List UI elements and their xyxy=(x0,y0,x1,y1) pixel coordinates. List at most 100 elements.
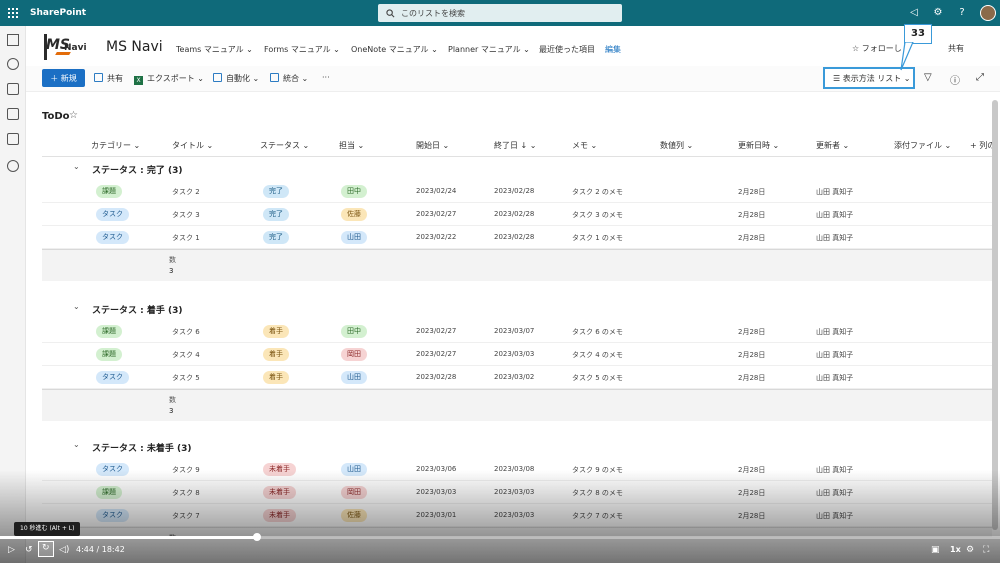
group-collapse-chevron-icon[interactable]: ⌄ xyxy=(73,440,80,449)
summary-count: 3 xyxy=(169,407,174,415)
captions-icon[interactable]: ▣ xyxy=(931,545,940,555)
cell-title[interactable]: タスク 3 xyxy=(172,210,200,220)
cell-memo: タスク 2 のメモ xyxy=(572,188,623,196)
group-collapse-chevron-icon[interactable]: ⌄ xyxy=(73,162,80,171)
cell-status: 完了 xyxy=(263,185,289,198)
nav-planner-manual[interactable]: Planner マニュアル ⌄ xyxy=(448,44,530,55)
automate-icon xyxy=(213,73,222,82)
site-name[interactable]: MS Navi xyxy=(106,39,163,55)
share-site-button[interactable]: 共有 xyxy=(948,43,964,54)
group-header[interactable]: ステータス : 未着手 (3) xyxy=(92,441,192,454)
fullscreen-icon[interactable]: ⛶ xyxy=(983,545,989,555)
col-number[interactable]: 数値列 ⌄ xyxy=(660,140,693,151)
new-button[interactable]: ＋ 新規 xyxy=(42,69,85,87)
cell-status: 完了 xyxy=(263,208,289,221)
info-icon[interactable]: ⓘ xyxy=(950,72,960,87)
rewind-10-icon[interactable]: ↺ xyxy=(25,545,33,555)
megaphone-icon[interactable]: ◁ xyxy=(907,6,921,20)
cell-owner: 田中 xyxy=(341,185,367,198)
cell-editor: 山田 真知子 xyxy=(816,211,854,219)
playback-speed[interactable]: 1x xyxy=(950,545,961,554)
add-column-button[interactable]: + 列の xyxy=(970,140,992,151)
favorite-star-icon[interactable]: ☆ xyxy=(69,110,78,121)
play-icon[interactable]: ▷ xyxy=(8,545,15,555)
col-end-date[interactable]: 終了日 ↓ ⌄ xyxy=(494,140,537,151)
callout-pointer xyxy=(900,42,914,71)
cell-title[interactable]: タスク 5 xyxy=(172,373,200,383)
cell-title[interactable]: タスク 1 xyxy=(172,233,200,243)
cell-editor: 山田 真知子 xyxy=(816,489,854,497)
group-header[interactable]: ステータス : 完了 (3) xyxy=(92,163,183,176)
col-memo[interactable]: メモ ⌄ xyxy=(572,140,597,151)
list-row[interactable]: 課題 タスク 8 未着手 岡田 2023/03/03 2023/03/03 タスク 8 のメ… xyxy=(42,481,992,504)
cell-editor: 山田 真知子 xyxy=(816,234,854,242)
export-button[interactable]: X エクスポート ⌄ xyxy=(134,73,204,85)
list-row[interactable]: タスク タスク 7 未着手 佐藤 2023/03/01 2023/03/03 タスク 7 の… xyxy=(42,504,992,527)
integrate-button[interactable]: 統合 ⌄ xyxy=(270,73,308,84)
nav-recent[interactable]: 最近使った項目 xyxy=(539,44,595,55)
cell-end: 2023/02/28 xyxy=(494,187,535,195)
cell-title[interactable]: タスク 8 xyxy=(172,488,200,498)
nav-teams-manual[interactable]: Teams マニュアル ⌄ xyxy=(176,44,253,55)
document-icon[interactable] xyxy=(7,108,19,120)
col-modified[interactable]: 更新日時 ⌄ xyxy=(738,140,779,151)
col-owner[interactable]: 担当 ⌄ xyxy=(339,140,364,151)
list-row[interactable]: タスク タスク 3 完了 佐藤 2023/02/27 2023/02/28 タスク 3 のメ… xyxy=(42,203,992,226)
lists-icon[interactable] xyxy=(7,133,19,145)
cell-end: 2023/03/03 xyxy=(494,511,535,519)
create-icon[interactable] xyxy=(7,160,19,172)
video-progress-bar[interactable] xyxy=(0,533,1000,541)
group-header[interactable]: ステータス : 着手 (3) xyxy=(92,303,183,316)
cell-title[interactable]: タスク 6 xyxy=(172,327,200,337)
brand-name[interactable]: SharePoint xyxy=(30,8,86,18)
nav-forms-manual[interactable]: Forms マニュアル ⌄ xyxy=(264,44,340,55)
forward-10-button[interactable]: ↻ xyxy=(38,541,54,557)
cell-title[interactable]: タスク 9 xyxy=(172,465,200,475)
volume-icon[interactable]: ◁) xyxy=(59,545,69,555)
cell-category: 課題 xyxy=(96,348,122,361)
cell-modified: 2月28日 xyxy=(738,188,766,196)
excel-icon: X xyxy=(134,76,143,85)
home-icon[interactable] xyxy=(7,34,19,46)
avatar[interactable] xyxy=(980,5,996,21)
more-button[interactable]: ··· xyxy=(322,73,330,82)
forward-10-icon: ↻ xyxy=(42,543,50,553)
list-row[interactable]: タスク タスク 5 着手 山田 2023/02/28 2023/03/02 タスク 5 のメ… xyxy=(42,366,992,389)
list-row[interactable]: 課題 タスク 2 完了 田中 2023/02/24 2023/02/28 タスク 2 のメモ… xyxy=(42,180,992,203)
app-launcher-icon[interactable] xyxy=(0,0,26,26)
globe-icon[interactable] xyxy=(7,58,19,70)
cell-category: 課題 xyxy=(96,325,122,338)
list-row[interactable]: 課題 タスク 4 着手 岡田 2023/02/27 2023/03/03 タスク 4 のメモ… xyxy=(42,343,992,366)
col-category[interactable]: カテゴリー ⌄ xyxy=(91,140,140,151)
col-title[interactable]: タイトル ⌄ xyxy=(172,140,213,151)
cell-title[interactable]: タスク 7 xyxy=(172,511,200,521)
nav-edit-link[interactable]: 編集 xyxy=(605,44,621,55)
share-button[interactable]: 共有 xyxy=(94,73,123,84)
cell-start: 2023/02/28 xyxy=(416,373,457,381)
expand-icon[interactable]: ⤢ xyxy=(976,72,984,83)
cell-title[interactable]: タスク 4 xyxy=(172,350,200,360)
settings-icon[interactable]: ⚙ xyxy=(966,545,974,555)
group-collapse-chevron-icon[interactable]: ⌄ xyxy=(73,302,80,311)
list-row[interactable]: タスク タスク 1 完了 山田 2023/02/22 2023/02/28 タスク 1 のメ… xyxy=(42,226,992,249)
nav-onenote-manual[interactable]: OneNote マニュアル ⌄ xyxy=(351,44,438,55)
cell-category: タスク xyxy=(96,463,129,476)
help-icon[interactable]: ? xyxy=(955,6,969,20)
cell-category: タスク xyxy=(96,371,129,384)
cell-title[interactable]: タスク 2 xyxy=(172,187,200,197)
filter-icon[interactable]: ▽ xyxy=(924,72,932,83)
col-start-date[interactable]: 開始日 ⌄ xyxy=(416,140,449,151)
col-attachments[interactable]: 添付ファイル ⌄ xyxy=(894,140,951,151)
news-icon[interactable] xyxy=(7,83,19,95)
automate-button[interactable]: 自動化 ⌄ xyxy=(213,73,259,84)
video-progress-knob[interactable] xyxy=(253,533,261,541)
col-modified-by[interactable]: 更新者 ⌄ xyxy=(816,140,849,151)
list-row[interactable]: タスク タスク 9 未着手 山田 2023/03/06 2023/03/08 タスク 9 の… xyxy=(42,458,992,481)
site-logo[interactable]: MS Navi xyxy=(44,34,90,60)
list-row[interactable]: 課題 タスク 6 着手 田中 2023/02/27 2023/03/07 タスク 6 のメモ… xyxy=(42,320,992,343)
cell-editor: 山田 真知子 xyxy=(816,512,854,520)
vertical-scrollbar[interactable] xyxy=(992,100,998,530)
gear-icon[interactable]: ⚙ xyxy=(931,6,945,20)
col-status[interactable]: ステータス ⌄ xyxy=(260,140,309,151)
search-input[interactable]: このリストを検索 xyxy=(378,4,622,22)
